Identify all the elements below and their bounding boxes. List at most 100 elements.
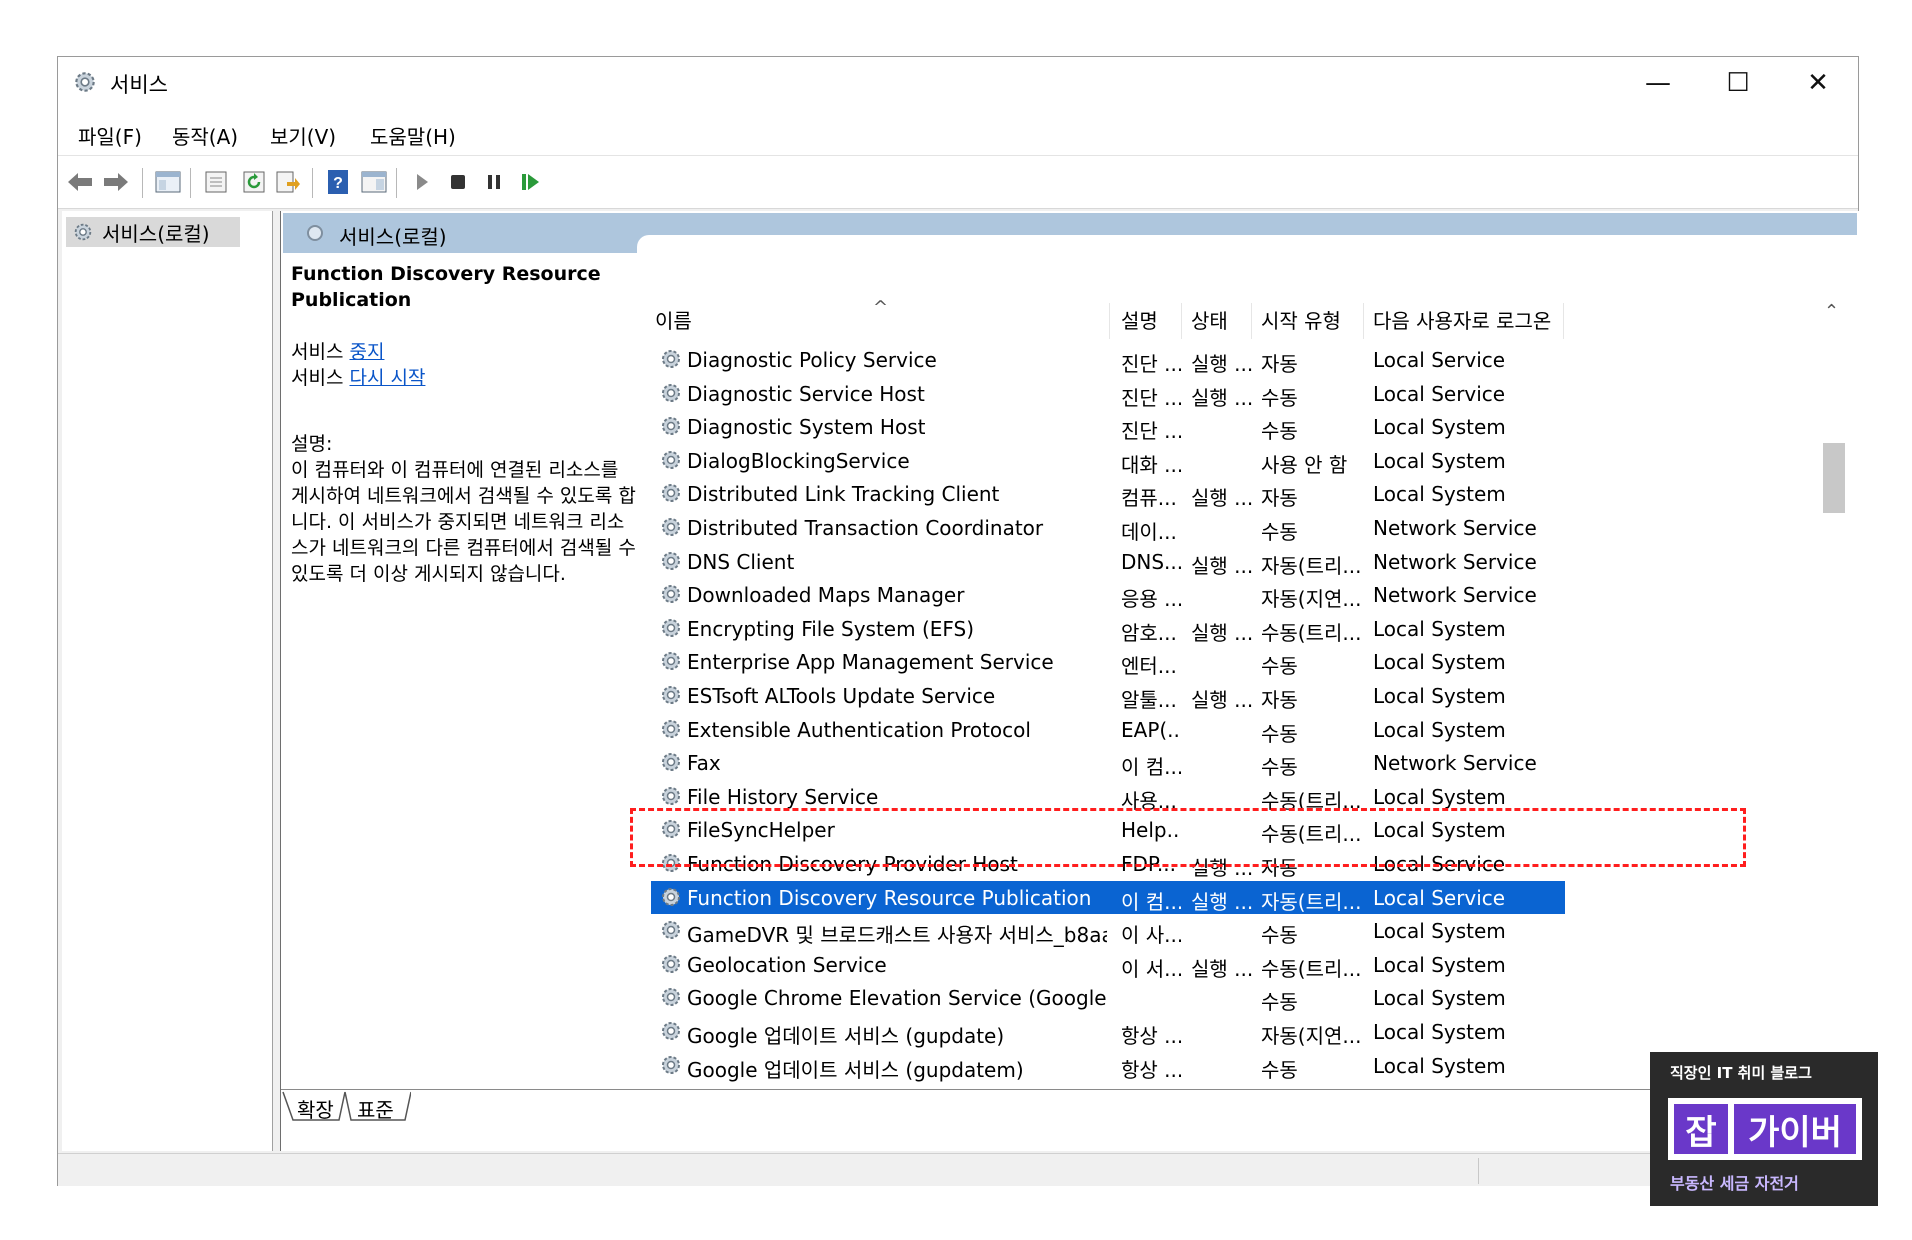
forward-arrow-icon[interactable]: [100, 166, 132, 198]
service-name: Geolocation Service: [687, 952, 887, 977]
back-arrow-icon[interactable]: [64, 166, 96, 198]
pause-service-icon[interactable]: [478, 166, 510, 198]
service-name: Google 업데이트 서비스 (gupdate): [687, 1024, 1005, 1048]
service-description: 알툴...: [1121, 688, 1177, 712]
service-startup-type: 자동(트리...: [1261, 553, 1362, 578]
vertical-scrollbar[interactable]: ⌃: [1814, 299, 1854, 1089]
service-row[interactable]: ESTsoft ALTools Update Service 알툴... 실행 ..…: [651, 679, 1813, 712]
tree-item-services-local[interactable]: 서비스(로컬): [66, 217, 240, 247]
close-button[interactable]: ✕: [1778, 57, 1858, 109]
show-hide-action-pane-icon[interactable]: [358, 166, 390, 198]
service-row[interactable]: Google 업데이트 서비스 (gupdate) 항상 ... 자동(지연... L…: [651, 1015, 1813, 1048]
service-logon-as: Local System: [1373, 1053, 1506, 1078]
service-row[interactable]: Google 업데이트 서비스 (gupdatem) 항상 ... 수동 Local …: [651, 1049, 1813, 1082]
maximize-button[interactable]: ☐: [1698, 57, 1778, 109]
tab-standard[interactable]: 표준: [357, 1094, 394, 1123]
restart-service-icon[interactable]: [514, 166, 546, 198]
service-name: Diagnostic System Host: [687, 415, 926, 440]
stop-link[interactable]: 중지: [349, 341, 384, 363]
service-row[interactable]: FileSyncHelper Help... 수동(트리... Local Syste…: [651, 813, 1813, 846]
service-logon-as: Local Service: [1373, 852, 1506, 876]
service-startup-type: 수동: [1261, 755, 1298, 780]
service-row[interactable]: Encrypting File System (EFS) 암호... 실행 ... 수…: [651, 612, 1813, 645]
column-name[interactable]: 이름: [655, 305, 692, 334]
service-description: 이 사...: [1121, 923, 1181, 948]
service-row[interactable]: Downloaded Maps Manager 응용 ... 자동(지연... Net…: [651, 578, 1813, 611]
service-row[interactable]: File History Service 사용... 수동(트리... Local S…: [651, 780, 1813, 813]
badge-bottom-text: 부동산 세금 자전거: [1670, 1174, 1799, 1193]
service-row[interactable]: GameDVR 및 브로드캐스트 사용자 서비스_b8aab 이 사... 수동 Lo…: [651, 914, 1813, 947]
service-description: 항상 ...: [1121, 1057, 1181, 1082]
menu-action[interactable]: 동작(A): [172, 121, 238, 150]
scroll-up-icon[interactable]: ⌃: [1824, 301, 1839, 322]
service-status: 실행 ...: [1191, 688, 1253, 712]
service-logon-as: Network Service: [1373, 751, 1537, 776]
toolbar-separator: [312, 168, 313, 198]
service-name: Function Discovery Provider Host: [687, 852, 1018, 876]
minimize-button[interactable]: —: [1618, 57, 1698, 109]
menu-help[interactable]: 도움말(H): [370, 121, 456, 150]
column-logon-as[interactable]: 다음 사용자로 로그온: [1373, 305, 1551, 334]
service-row[interactable]: Extensible Authentication Protocol EAP(..…: [651, 713, 1813, 746]
service-logon-as: Local System: [1373, 1020, 1506, 1044]
service-row[interactable]: DNS Client DNS... 실행 ... 자동(트리... Network Se…: [651, 545, 1813, 578]
toolbar: ?: [58, 156, 1858, 209]
service-row[interactable]: Google Chrome Elevation Service (GoogleC…: [651, 981, 1813, 1014]
service-row[interactable]: Enterprise App Management Service 엔터... 수동…: [651, 645, 1813, 678]
column-startup-type[interactable]: 시작 유형: [1261, 305, 1341, 334]
sort-ascending-icon: ^: [873, 297, 889, 318]
search-gear-icon: [307, 225, 323, 241]
help-icon[interactable]: ?: [322, 166, 354, 198]
tab-extended[interactable]: 확장: [297, 1094, 334, 1123]
service-gear-icon: [659, 649, 683, 673]
badge-logo-left: 잡: [1674, 1104, 1728, 1154]
menu-view[interactable]: 보기(V): [270, 121, 336, 150]
toolbar-separator: [142, 168, 143, 198]
column-status[interactable]: 상태: [1191, 305, 1228, 334]
service-status: 실행 ...: [1191, 956, 1253, 981]
description-label: 설명:: [291, 433, 333, 455]
service-row[interactable]: DialogBlockingService 대화 ... 사용 안 함 Local S…: [651, 444, 1813, 477]
export-list-icon[interactable]: [272, 166, 304, 198]
stop-prefix: 서비스: [291, 341, 350, 363]
service-startup-type: 수동(트리...: [1261, 788, 1362, 813]
service-row[interactable]: Fax 이 컴... 수동 Network Service: [651, 746, 1813, 779]
service-logon-as: Local System: [1373, 919, 1506, 944]
refresh-icon[interactable]: [238, 166, 270, 198]
service-name: DNS Client: [687, 549, 795, 574]
services-gear-icon: [75, 72, 95, 92]
service-gear-icon: [659, 784, 683, 808]
restart-link[interactable]: 다시 시작: [349, 367, 425, 389]
properties-icon[interactable]: [200, 166, 232, 198]
description-text: 이 컴퓨터와 이 컴퓨터에 연결된 리소스를 게시하여 네트워크에서 검색될 수…: [291, 459, 636, 585]
blog-watermark-badge: 직장인 IT 취미 블로그 잡 가이버 부동산 세금 자전거: [1650, 1052, 1878, 1206]
column-description[interactable]: 설명: [1121, 305, 1158, 334]
badge-logo: 잡 가이버: [1668, 1098, 1862, 1160]
service-row[interactable]: Diagnostic Policy Service 진단 ... 실행 ... 자동 L…: [651, 343, 1813, 376]
service-description: Help...: [1121, 818, 1181, 843]
service-row[interactable]: Diagnostic Service Host 진단 ... 실행 ... 수동 Loc…: [651, 377, 1813, 410]
service-name: GraphicsPerfSvc: [687, 1087, 1107, 1088]
scrollbar-thumb[interactable]: [1823, 443, 1845, 513]
service-gear-icon: [659, 1053, 683, 1077]
service-row[interactable]: Function Discovery Provider Host FDP... 실행…: [651, 847, 1813, 880]
svg-text:?: ?: [333, 175, 343, 192]
service-row[interactable]: Geolocation Service 이 서... 실행 ... 수동(트리... L…: [651, 948, 1813, 981]
start-service-icon[interactable]: [406, 166, 438, 198]
service-startup-type: 수동: [1261, 385, 1298, 410]
service-logon-as: Local System: [1373, 448, 1506, 473]
service-row[interactable]: Distributed Transaction Coordinator 데이...…: [651, 511, 1813, 544]
service-gear-icon: [659, 918, 683, 942]
service-row[interactable]: GraphicsPerfSvc Grap... 수동(트리... Local Syst…: [651, 1082, 1813, 1088]
service-logon-as: Local Service: [1373, 348, 1506, 372]
stop-service-icon[interactable]: [442, 166, 474, 198]
service-gear-icon: [659, 616, 683, 640]
menu-file[interactable]: 파일(F): [78, 121, 142, 150]
service-row[interactable]: Distributed Link Tracking Client 컴퓨... 실행 …: [651, 477, 1813, 510]
service-gear-icon: [659, 1086, 683, 1088]
service-row[interactable]: Diagnostic System Host 진단 ... 수동 Local Syst…: [651, 410, 1813, 443]
service-row[interactable]: Function Discovery Resource Publication 이…: [651, 880, 1565, 914]
service-logon-as: Local System: [1373, 952, 1506, 977]
console-tree-icon[interactable]: [152, 166, 184, 198]
service-description: Grap...: [1121, 1087, 1181, 1088]
